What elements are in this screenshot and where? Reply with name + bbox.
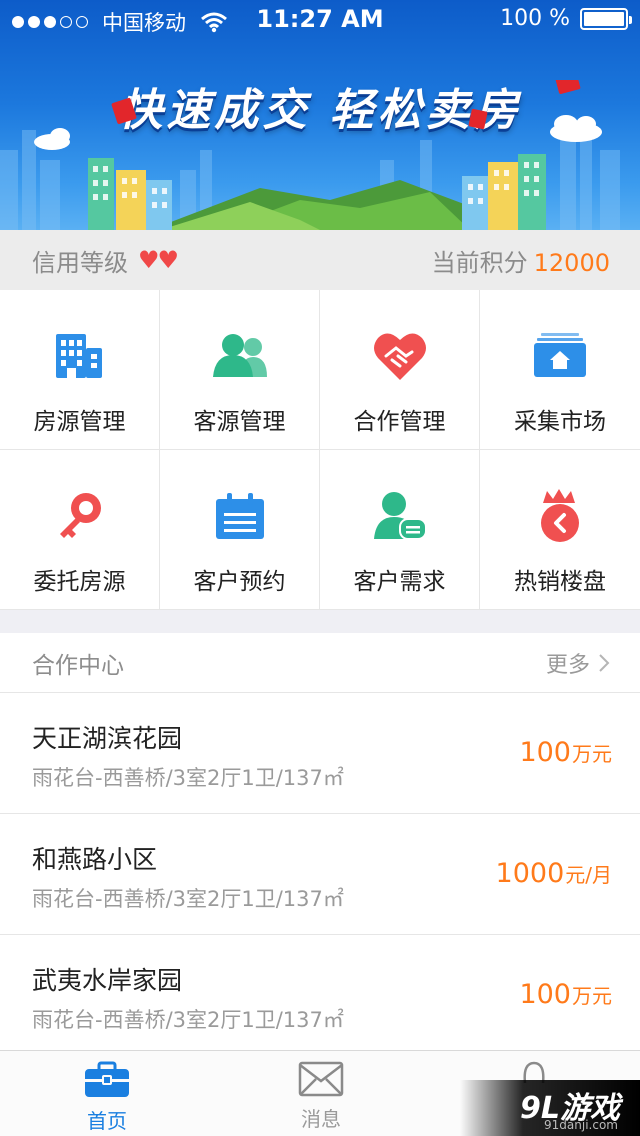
- grid-item-label: 合作管理: [353, 409, 446, 435]
- points-value: 12000: [533, 248, 610, 277]
- listing-name: 天正湖滨花园: [32, 724, 183, 753]
- calendar-icon: [210, 486, 270, 546]
- price-value: 100: [519, 737, 571, 768]
- grid-item-label: 采集市场: [514, 409, 606, 435]
- envelope-icon: [298, 1061, 344, 1097]
- listing-detail: 雨花台-西善桥/3室2厅1卫/137㎡: [32, 887, 344, 911]
- credit-bar: 信用等级 ♥♥ 当前积分 12000: [0, 230, 640, 290]
- grid-item-cooperation-management[interactable]: 合作管理: [320, 290, 480, 450]
- users-icon: [210, 326, 270, 386]
- briefcase-icon: [85, 1061, 129, 1097]
- price-unit: 元/月: [565, 863, 612, 887]
- user-message-icon: [370, 486, 430, 546]
- tab-label: 消息: [301, 1107, 341, 1131]
- grid-item-label: 客户预约: [193, 569, 286, 595]
- chevron-right-icon: [599, 653, 610, 672]
- status-bar: 中国移动 11:27 AM 100 %: [0, 0, 640, 40]
- grid-item-entrusted-listings[interactable]: 委托房源: [0, 450, 160, 610]
- listing-name: 武夷水岸家园: [32, 966, 183, 995]
- grid-item-client-appointment[interactable]: 客户预约: [160, 450, 320, 610]
- more-link[interactable]: 更多: [546, 647, 610, 679]
- house-stack-icon: [530, 326, 590, 386]
- points-label: 当前积分: [431, 248, 528, 277]
- watermark: 9L游戏 91danji.com: [460, 1080, 640, 1136]
- credit-level: 信用等级 ♥♥: [32, 243, 179, 278]
- grid-item-label: 委托房源: [33, 569, 126, 595]
- grid-item-label: 客户需求: [353, 569, 446, 595]
- points: 当前积分 12000: [432, 243, 610, 278]
- battery-icon: [580, 7, 632, 30]
- cooperation-header: 合作中心 更多: [0, 633, 640, 693]
- tab-home[interactable]: 首页: [47, 1061, 167, 1134]
- price-value: 1000: [495, 858, 565, 889]
- listing-name: 和燕路小区: [32, 845, 158, 874]
- battery-percent: 100 %: [500, 6, 570, 31]
- grid-item-collection-market[interactable]: 采集市场: [480, 290, 640, 450]
- listing-price: 1000 元/月: [496, 858, 612, 889]
- listing-detail: 雨花台-西善桥/3室2厅1卫/137㎡: [32, 766, 344, 790]
- listing-item[interactable]: 和燕路小区 雨花台-西善桥/3室2厅1卫/137㎡ 1000 元/月: [0, 814, 640, 935]
- header-banner: 中国移动 11:27 AM 100 % 快速成交 轻松卖房: [0, 0, 640, 230]
- listing-price: 100 万元: [519, 737, 612, 768]
- grid-item-listing-management[interactable]: 房源管理: [0, 290, 160, 450]
- fire-icon: [530, 486, 590, 546]
- banner-illustration: [0, 80, 620, 230]
- function-grid: 房源管理 客源管理 合作管理 采集市场 委托房源 客户预约 客户需求 热销楼盘: [0, 290, 640, 610]
- grid-item-client-demand[interactable]: 客户需求: [320, 450, 480, 610]
- grid-item-label: 房源管理: [33, 409, 126, 435]
- handshake-heart-icon: [370, 326, 430, 386]
- heart-icon: ♥♥: [138, 246, 179, 274]
- grid-item-label: 客源管理: [193, 409, 286, 435]
- price-unit: 万元: [572, 742, 612, 766]
- building-icon: [50, 326, 110, 386]
- cooperation-center: 合作中心 更多 天正湖滨花园 雨花台-西善桥/3室2厅1卫/137㎡ 100 万…: [0, 633, 640, 1050]
- listing-item[interactable]: 武夷水岸家园 雨花台-西善桥/3室2厅1卫/137㎡ 100 万元: [0, 935, 640, 1056]
- listing-price: 100 万元: [519, 979, 612, 1010]
- grid-item-hot-properties[interactable]: 热销楼盘: [480, 450, 640, 610]
- key-icon: [50, 486, 110, 546]
- listing-detail: 雨花台-西善桥/3室2厅1卫/137㎡: [32, 1008, 344, 1032]
- more-label: 更多: [545, 652, 590, 678]
- tab-label: 首页: [87, 1109, 127, 1133]
- grid-item-label: 热销楼盘: [514, 569, 606, 595]
- red-envelope-icon: [111, 80, 581, 130]
- price-unit: 万元: [572, 984, 612, 1008]
- battery-status: 100 %: [500, 6, 632, 31]
- section-title: 合作中心: [32, 652, 124, 679]
- watermark-url: 91danji.com: [544, 1118, 618, 1132]
- grid-item-client-management[interactable]: 客源管理: [160, 290, 320, 450]
- listing-item[interactable]: 天正湖滨花园 雨花台-西善桥/3室2厅1卫/137㎡ 100 万元: [0, 693, 640, 814]
- price-value: 100: [519, 979, 571, 1010]
- credit-level-label: 信用等级: [32, 248, 128, 277]
- tab-messages[interactable]: 消息: [261, 1061, 381, 1132]
